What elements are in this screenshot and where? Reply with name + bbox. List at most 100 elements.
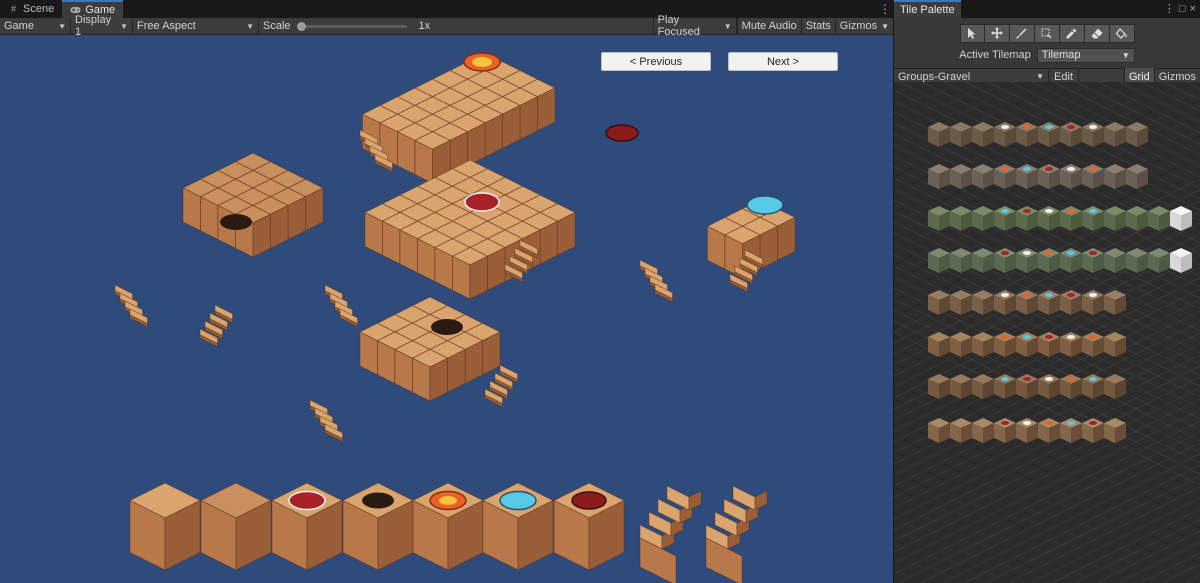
palette-tile[interactable] [1060, 332, 1082, 357]
palette-tile[interactable] [1104, 164, 1126, 189]
palette-tile[interactable] [1126, 164, 1148, 189]
palette-tile[interactable] [1060, 418, 1082, 443]
palette-tile[interactable] [928, 418, 950, 443]
stats-button[interactable]: Stats [800, 17, 835, 35]
scale-slider-knob[interactable] [296, 21, 306, 31]
palette-tile[interactable] [1104, 418, 1126, 443]
palette-tile[interactable] [972, 122, 994, 147]
palette-tile[interactable] [1038, 332, 1060, 357]
palette-tile[interactable] [1038, 206, 1060, 231]
palette-tile[interactable] [1082, 164, 1104, 189]
close-icon[interactable]: × [1190, 0, 1196, 18]
palette-tile[interactable] [994, 418, 1016, 443]
gizmos-button[interactable]: Gizmos ▼ [834, 17, 893, 35]
palette-tile[interactable] [972, 418, 994, 443]
palette-tile[interactable] [1016, 122, 1038, 147]
palette-tile[interactable] [1082, 418, 1104, 443]
palette-tile[interactable] [1104, 122, 1126, 147]
palette-tile[interactable] [1060, 290, 1082, 315]
palette-tile[interactable] [950, 164, 972, 189]
palette-tile[interactable] [1038, 418, 1060, 443]
mode-dropdown[interactable]: Game ▼ [0, 17, 71, 35]
palette-tile[interactable] [1082, 122, 1104, 147]
palette-tile[interactable] [950, 206, 972, 231]
palette-tile[interactable] [1148, 206, 1170, 231]
move-tool-icon[interactable] [984, 23, 1010, 43]
palette-tile[interactable] [928, 164, 950, 189]
palette-tile[interactable] [1170, 248, 1192, 273]
palette-tile[interactable] [1016, 206, 1038, 231]
palette-tile[interactable] [928, 206, 950, 231]
palette-tile[interactable] [950, 332, 972, 357]
palette-tile[interactable] [994, 122, 1016, 147]
tab-scene[interactable]: # Scene [0, 0, 62, 18]
palette-tile[interactable] [1016, 332, 1038, 357]
palette-tile[interactable] [1038, 290, 1060, 315]
picker-tool-icon[interactable] [1059, 23, 1085, 43]
palette-tile[interactable] [972, 164, 994, 189]
palette-tile[interactable] [1082, 332, 1104, 357]
paint-tool-icon[interactable] [1009, 23, 1035, 43]
palette-grid[interactable] [894, 82, 1200, 583]
fill-tool-icon[interactable] [1109, 23, 1135, 43]
game-viewport[interactable]: < Previous Next > [0, 35, 893, 583]
palette-tile[interactable] [1016, 248, 1038, 273]
palette-tile[interactable] [994, 164, 1016, 189]
palette-tile[interactable] [972, 206, 994, 231]
palette-tile[interactable] [1082, 374, 1104, 399]
palette-tile[interactable] [928, 122, 950, 147]
palette-tile[interactable] [1060, 206, 1082, 231]
eraser-tool-icon[interactable] [1084, 23, 1110, 43]
palette-tile[interactable] [1038, 122, 1060, 147]
maximize-icon[interactable]: □ [1179, 0, 1186, 18]
palette-tile[interactable] [1060, 248, 1082, 273]
palette-tile[interactable] [1060, 122, 1082, 147]
palette-tile[interactable] [1038, 164, 1060, 189]
kebab-menu-icon[interactable]: ⋮ [877, 0, 893, 18]
palette-tile[interactable] [1104, 374, 1126, 399]
palette-tile[interactable] [1082, 248, 1104, 273]
palette-tile[interactable] [1170, 206, 1192, 231]
palette-tile[interactable] [1104, 290, 1126, 315]
palette-tile[interactable] [928, 248, 950, 273]
palette-tile[interactable] [950, 374, 972, 399]
palette-tile[interactable] [950, 418, 972, 443]
palette-tile[interactable] [972, 332, 994, 357]
palette-tile[interactable] [994, 332, 1016, 357]
palette-tile[interactable] [972, 374, 994, 399]
aspect-dropdown[interactable]: Free Aspect ▼ [133, 17, 259, 35]
next-button[interactable]: Next > [728, 52, 838, 71]
palette-tile[interactable] [1060, 164, 1082, 189]
palette-tile[interactable] [1016, 374, 1038, 399]
palette-tile[interactable] [950, 122, 972, 147]
palette-tile[interactable] [1016, 418, 1038, 443]
display-dropdown[interactable]: Display 1 ▼ [71, 14, 133, 38]
tab-tile-palette[interactable]: Tile Palette [894, 0, 961, 18]
palette-tile[interactable] [1038, 248, 1060, 273]
palette-tile[interactable] [1104, 206, 1126, 231]
palette-tile[interactable] [1038, 374, 1060, 399]
previous-button[interactable]: < Previous [601, 52, 711, 71]
select-tool-icon[interactable] [959, 23, 985, 43]
palette-tile[interactable] [972, 290, 994, 315]
palette-tile[interactable] [1104, 332, 1126, 357]
palette-tile[interactable] [1060, 374, 1082, 399]
palette-tile[interactable] [1016, 290, 1038, 315]
mute-audio-button[interactable]: Mute Audio [736, 17, 801, 35]
palette-tile[interactable] [1148, 248, 1170, 273]
palette-tile[interactable] [1082, 206, 1104, 231]
palette-tile[interactable] [994, 248, 1016, 273]
palette-tile[interactable] [1016, 164, 1038, 189]
palette-tile[interactable] [928, 332, 950, 357]
box-fill-tool-icon[interactable] [1034, 23, 1060, 43]
palette-tile[interactable] [1082, 290, 1104, 315]
palette-tile[interactable] [1126, 248, 1148, 273]
kebab-menu-icon[interactable]: ⋮ [1164, 0, 1175, 18]
palette-tile[interactable] [928, 290, 950, 315]
palette-tile[interactable] [950, 290, 972, 315]
palette-tile[interactable] [1126, 122, 1148, 147]
active-tilemap-dropdown[interactable]: Tilemap ▼ [1036, 47, 1135, 63]
palette-tile[interactable] [1126, 206, 1148, 231]
palette-tile[interactable] [972, 248, 994, 273]
palette-tile[interactable] [994, 374, 1016, 399]
